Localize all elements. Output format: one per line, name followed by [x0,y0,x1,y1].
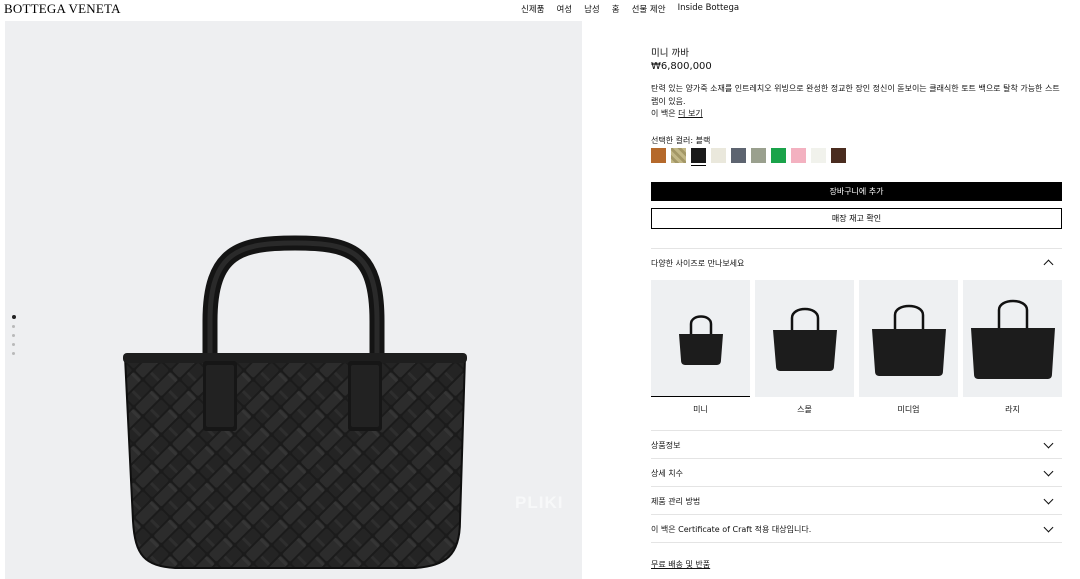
slide-dot-4[interactable] [12,343,15,346]
chevron-up-icon[interactable] [1043,259,1054,270]
selected-color-label: 선택한 컬러: 블랙 [651,136,711,145]
chevron-down-icon[interactable] [1043,438,1054,449]
swatch-olive-woven[interactable] [671,148,686,163]
slide-dot-3[interactable] [12,334,15,337]
accordion-care[interactable]: 제품 관리 방법 [651,496,700,507]
nav-item-home[interactable]: 홈 [612,3,620,15]
swatch-cream[interactable] [711,148,726,163]
nav-item-men[interactable]: 남성 [584,3,600,15]
swatch-pink[interactable] [791,148,806,163]
swatch-slate[interactable] [731,148,746,163]
divider [651,542,1062,543]
check-store-stock-button[interactable]: 매장 재고 확인 [651,208,1062,229]
slide-dot-2[interactable] [12,325,15,328]
nav-item-women[interactable]: 여성 [556,3,572,15]
product-description: 탄력 있는 양가죽 소재를 인트레치오 위빙으로 완성한 정교한 장인 정신이 … [651,84,1060,106]
size-label: 미디엄 [897,405,920,414]
size-thumbnail [755,280,854,397]
main-nav: 신제품 여성 남성 홈 선물 제안 Inside Bottega [521,3,739,15]
bag-thumbnail-icon [871,304,946,376]
divider [651,514,1062,515]
size-options: 미니 스몰 미디엄 라지 [651,280,1062,415]
swatch-green[interactable] [771,148,786,163]
size-label: 미니 [693,405,708,414]
divider [651,486,1062,487]
swatch-black[interactable] [691,148,706,166]
swatch-sage[interactable] [751,148,766,163]
product-image[interactable]: PLIKI [5,21,582,579]
color-swatches [651,148,846,166]
bag-thumbnail-icon [970,299,1055,379]
brand-logo[interactable]: BOTTEGA VENETA [4,1,121,17]
divider [651,248,1062,249]
swatch-caramel[interactable] [651,148,666,163]
nav-item-gifts[interactable]: 선물 제안 [632,3,666,15]
size-thumbnail [859,280,958,397]
slide-dot-5[interactable] [12,352,15,355]
size-thumbnail [651,280,750,397]
pouch-text: 이 백은 [651,109,676,118]
size-label: 라지 [1005,405,1020,414]
divider [651,458,1062,459]
more-link[interactable]: 더 보기 [678,109,703,118]
size-option-small[interactable]: 스몰 [755,280,854,415]
accordion-dimensions[interactable]: 상세 치수 [651,468,683,479]
size-thumbnail [963,280,1062,397]
bag-illustration [123,235,467,569]
swatch-white[interactable] [811,148,826,163]
add-to-cart-button[interactable]: 장바구니에 추가 [651,182,1062,201]
divider [651,430,1062,431]
chevron-down-icon[interactable] [1043,522,1054,533]
chevron-down-icon[interactable] [1043,466,1054,477]
accordion-product-info[interactable]: 상품정보 [651,440,680,451]
chevron-down-icon[interactable] [1043,494,1054,505]
product-note: 이 백은 더 보기 [651,108,703,119]
slide-dot-1[interactable] [12,315,16,319]
product-price: ₩6,800,000 [651,61,712,72]
sizes-accordion-title[interactable]: 다양한 사이즈로 만나보세요 [651,258,744,269]
size-option-medium[interactable]: 미디엄 [859,280,958,415]
size-option-large[interactable]: 라지 [963,280,1062,415]
shipping-returns-link[interactable]: 무료 배송 및 반품 [651,559,710,570]
product-name: 미니 까바 [651,48,689,59]
nav-item-inside-bottega[interactable]: Inside Bottega [678,3,740,15]
bag-thumbnail-icon [772,307,837,371]
header: BOTTEGA VENETA 신제품 여성 남성 홈 선물 제안 Inside … [0,0,1080,18]
watermark: PLIKI [515,493,564,512]
accordion-certificate[interactable]: 이 백은 Certificate of Craft 적용 대상입니다. [651,524,811,535]
swatch-brown[interactable] [831,148,846,163]
size-option-mini[interactable]: 미니 [651,280,750,415]
nav-item-new[interactable]: 신제품 [521,3,544,15]
size-label: 스몰 [797,405,812,414]
slide-indicator [12,315,16,355]
bag-thumbnail-icon [678,315,723,365]
